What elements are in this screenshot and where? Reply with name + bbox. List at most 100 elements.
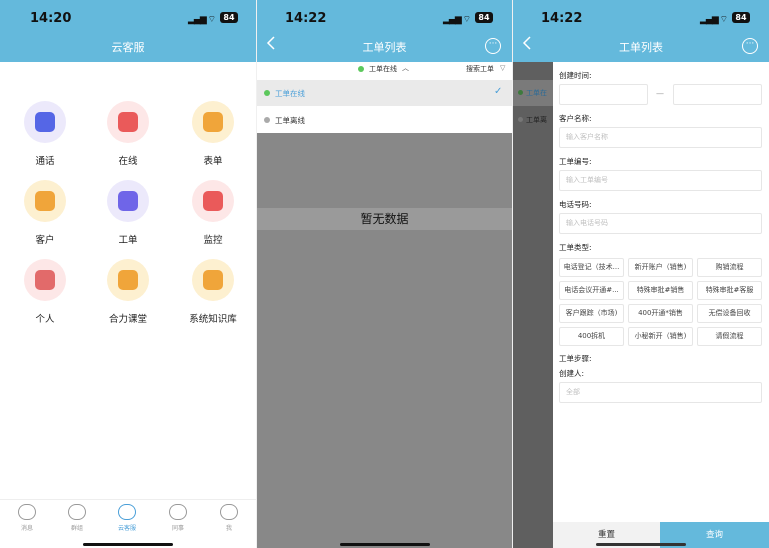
offline-dot-icon	[518, 117, 523, 122]
start-date-input[interactable]	[559, 84, 648, 105]
option-label: 工单在	[526, 89, 547, 97]
creator-select[interactable]: 全部	[559, 382, 762, 403]
signal-wifi-icon: ▂▄▆ ⌔	[443, 15, 471, 25]
tile-label: 个人	[35, 314, 55, 325]
cloud-icon	[118, 504, 136, 520]
tile-circle	[192, 180, 234, 222]
ticket-type-option[interactable]: 小秘新开（销售)	[628, 327, 693, 346]
tile-label: 合力课堂	[108, 314, 147, 325]
tile-person[interactable]: 个人	[10, 259, 80, 325]
person-icon	[35, 270, 55, 290]
nav-header: 14:22 ▂▄▆ ⌔ 84 工单列表 ···	[513, 0, 769, 62]
option-label: 工单离线	[275, 116, 305, 125]
tile-label: 工单	[118, 235, 138, 246]
home-indicator	[83, 543, 173, 546]
search-ticket-button[interactable]: 搜索工单	[466, 64, 494, 74]
classroom-icon	[118, 270, 138, 290]
status-time: 14:22	[541, 11, 583, 26]
ticket-type-option[interactable]: 电话会议开通#...	[559, 281, 624, 300]
tile-chat-bubble[interactable]: 在线	[93, 101, 163, 167]
tile-label: 监控	[203, 235, 223, 246]
ticket-type-option[interactable]: 电话登记（技术...	[559, 258, 624, 277]
group-icon	[68, 504, 86, 520]
more-icon[interactable]: ···	[485, 38, 501, 54]
end-date-input[interactable]	[673, 84, 762, 105]
tile-phone[interactable]: 通话	[10, 101, 80, 167]
empty-state-text: 暂无数据	[257, 208, 512, 230]
knowledge-base-icon	[203, 270, 223, 290]
signal-wifi-icon: ▂▄▆ ⌔	[700, 15, 728, 25]
battery-icon: 84	[732, 12, 750, 23]
ticket-type-option[interactable]: 新开账户（销售)	[628, 258, 693, 277]
tab-label: 云客服	[117, 525, 136, 532]
tile-circle	[107, 180, 149, 222]
customer-name-input[interactable]: 输入客户名称	[559, 127, 762, 148]
tile-knowledge-base[interactable]: 系统知识库	[178, 259, 248, 325]
filter-icon[interactable]: ▽	[500, 64, 505, 72]
chat-bubble-icon	[118, 112, 138, 132]
battery-icon: 84	[220, 12, 238, 23]
screen-cloud-service: 14:20 ▂▄▆ ⌔ 84 云客服 通话 在线 表单 客户 工单 监控 个人 合力课堂 系统知…	[0, 0, 256, 548]
offline-dot-icon	[264, 117, 270, 123]
ticket-type-option[interactable]: 无偿设备回收	[697, 304, 762, 323]
tile-circle	[107, 101, 149, 143]
chevron-up-icon[interactable]: ︿	[402, 63, 409, 73]
page-title: 云客服	[111, 41, 145, 54]
ticket-type-option[interactable]: 特殊审批#销售	[628, 281, 693, 300]
screen-ticket-list: 14:22 ▂▄▆ ⌔ 84 工单列表 ··· 工单在线 ︿ 搜索工单 ▽ 工单…	[257, 0, 512, 548]
page-title: 工单列表	[362, 41, 407, 54]
ticket-type-option[interactable]: 购销流程	[697, 258, 762, 277]
ticket-type-option[interactable]: 特殊审批#客服	[697, 281, 762, 300]
option-offline[interactable]: 工单离线	[257, 107, 512, 133]
online-dot-icon	[358, 66, 364, 72]
tile-form[interactable]: 表单	[178, 101, 248, 167]
created-time-label: 创建时间:	[559, 71, 592, 80]
monitor-icon	[203, 191, 223, 211]
tile-label: 在线	[118, 156, 138, 167]
phone-label: 电话号码:	[559, 200, 592, 209]
tile-ticket[interactable]: 工单	[93, 180, 163, 246]
tab-group[interactable]: 群组	[62, 504, 92, 532]
dimmed-list-overlay[interactable]: 工单在 工单离	[513, 62, 553, 548]
date-separator: —	[656, 89, 664, 98]
tab-colleague[interactable]: 同事	[163, 504, 193, 532]
tile-circle	[24, 180, 66, 222]
ticket-type-option[interactable]: 请假流程	[697, 327, 762, 346]
tab-label: 同事	[171, 525, 184, 532]
tile-monitor[interactable]: 监控	[178, 180, 248, 246]
ticket-icon	[118, 191, 138, 211]
battery-icon: 84	[475, 12, 493, 23]
tab-cloud[interactable]: 云客服	[112, 504, 142, 532]
more-icon[interactable]: ···	[742, 38, 758, 54]
tab-me[interactable]: 我	[214, 504, 244, 532]
phone-input[interactable]: 输入电话号码	[559, 213, 762, 234]
tab-label: 群组	[70, 525, 83, 532]
filter-dropdown[interactable]: 工单在线	[369, 64, 397, 74]
checkmark-icon: ✓	[494, 86, 503, 97]
ticket-type-option[interactable]: 400开通*销售	[628, 304, 693, 323]
option-online[interactable]: 工单在线 ✓	[257, 80, 512, 106]
modal-overlay[interactable]	[257, 133, 512, 548]
ticket-step-label: 工单步骤:	[559, 354, 592, 363]
nav-header: 14:22 ▂▄▆ ⌔ 84 工单列表 ···	[257, 0, 512, 62]
colleague-icon	[169, 504, 187, 520]
bottom-tab-bar: 消息 群组 云客服 同事 我	[0, 499, 256, 548]
tile-classroom[interactable]: 合力课堂	[93, 259, 163, 325]
ticket-type-option[interactable]: 客户跟踪（市场)	[559, 304, 624, 323]
tile-label: 客户	[35, 235, 55, 246]
tile-circle	[192, 259, 234, 301]
option-label: 工单在线	[275, 89, 305, 98]
ticket-no-label: 工单编号:	[559, 157, 592, 166]
page-title: 工单列表	[619, 41, 663, 54]
status-time: 14:22	[285, 11, 327, 26]
ticket-type-option[interactable]: 400拆机	[559, 327, 624, 346]
ticket-no-input[interactable]: 输入工单编号	[559, 170, 762, 191]
online-dot-icon	[518, 90, 523, 95]
tile-circle	[192, 101, 234, 143]
creator-label: 创建人:	[559, 369, 585, 378]
home-indicator	[596, 543, 686, 546]
tab-label: 消息	[20, 525, 33, 532]
tab-message[interactable]: 消息	[12, 504, 42, 532]
tile-customer[interactable]: 客户	[10, 180, 80, 246]
filter-bar: 工单在线 ︿ 搜索工单 ▽	[257, 62, 512, 80]
